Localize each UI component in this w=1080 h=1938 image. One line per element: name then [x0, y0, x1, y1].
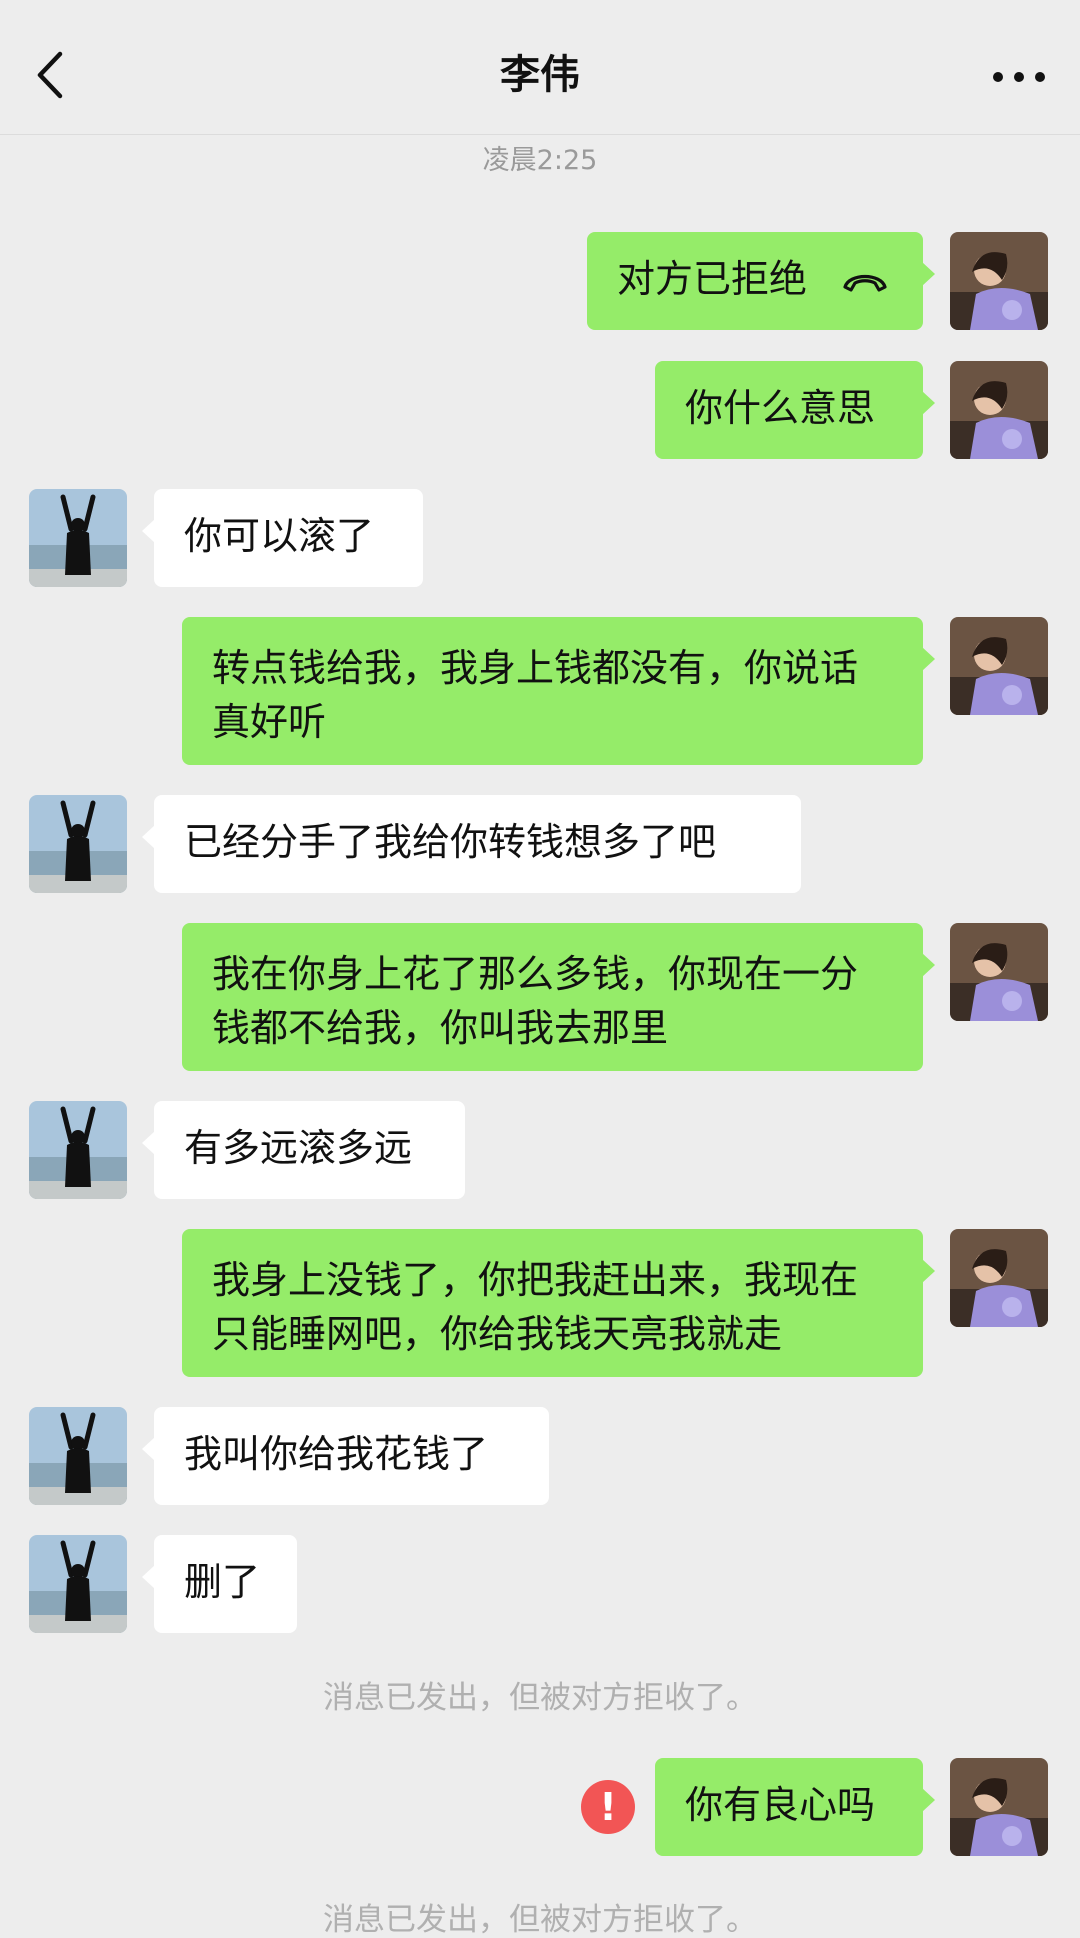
- more-button[interactable]: [984, 52, 1054, 102]
- contact-avatar[interactable]: [29, 1407, 127, 1505]
- my-avatar[interactable]: [950, 1758, 1048, 1856]
- message-text: 你可以滚了: [184, 514, 375, 558]
- message-bubble-me[interactable]: 对方已拒绝: [587, 232, 935, 330]
- chat-header: 李伟: [0, 0, 1080, 135]
- message-text: 对方已拒绝: [617, 257, 808, 301]
- message-bubble-me[interactable]: 转点钱给我，我身上钱都没有，你说话真好听: [182, 617, 935, 765]
- message-bubble-me[interactable]: 我身上没钱了，你把我赶出来，我现在只能睡网吧，你给我钱天亮我就走: [182, 1229, 935, 1377]
- system-notice: 消息已发出，但被对方拒收了。: [323, 1680, 757, 1716]
- message-text: 已经分手了我给你转钱想多了吧: [184, 820, 717, 864]
- message-text: 删了: [184, 1560, 261, 1604]
- message-bubble-other[interactable]: 删了: [142, 1535, 297, 1633]
- contact-avatar[interactable]: [29, 795, 127, 893]
- phone-hangup-icon: [841, 255, 889, 309]
- message-text: 你有良心吗: [685, 1783, 876, 1827]
- message-bubble-me[interactable]: 你有良心吗: [655, 1758, 935, 1856]
- message-bubble-other[interactable]: 你可以滚了: [142, 489, 423, 587]
- message-bubble-me[interactable]: 我在你身上花了那么多钱，你现在一分钱都不给我，你叫我去那里: [182, 923, 935, 1071]
- message-text: 你什么意思: [685, 386, 876, 430]
- my-avatar[interactable]: [950, 1229, 1048, 1327]
- chat-screen: 李伟 凌晨2:25 对方已拒绝 你什么意思 你可以滚了 转点钱给我，我身上钱都没…: [0, 0, 1080, 1938]
- message-bubble-me[interactable]: 你什么意思: [655, 361, 935, 459]
- message-text: 我叫你给我花钱了: [184, 1432, 489, 1476]
- chat-title: 李伟: [500, 52, 580, 98]
- ellipsis-icon: [984, 72, 1054, 106]
- contact-avatar[interactable]: [29, 1535, 127, 1633]
- message-text: 转点钱给我，我身上钱都没有，你说话真好听: [212, 646, 859, 744]
- message-bubble-other[interactable]: 有多远滚多远: [142, 1101, 465, 1199]
- exclamation-icon[interactable]: !: [581, 1780, 635, 1834]
- my-avatar[interactable]: [950, 923, 1048, 1021]
- my-avatar[interactable]: [950, 617, 1048, 715]
- my-avatar[interactable]: [950, 232, 1048, 330]
- contact-avatar[interactable]: [29, 489, 127, 587]
- message-text: 我身上没钱了，你把我赶出来，我现在只能睡网吧，你给我钱天亮我就走: [212, 1258, 859, 1356]
- message-text: 我在你身上花了那么多钱，你现在一分钱都不给我，你叫我去那里: [212, 952, 859, 1050]
- message-list[interactable]: 凌晨2:25 对方已拒绝 你什么意思 你可以滚了 转点钱给我，我身上钱都没有，你…: [0, 134, 1080, 1938]
- my-avatar[interactable]: [950, 361, 1048, 459]
- contact-avatar[interactable]: [29, 1101, 127, 1199]
- timestamp: 凌晨2:25: [482, 145, 598, 176]
- system-notice: 消息已发出，但被对方拒收了。: [323, 1902, 757, 1938]
- message-bubble-other[interactable]: 已经分手了我给你转钱想多了吧: [142, 795, 801, 893]
- exclamation-glyph: !: [599, 1785, 617, 1829]
- message-bubble-other[interactable]: 我叫你给我花钱了: [142, 1407, 549, 1505]
- message-text: 有多远滚多远: [184, 1126, 413, 1170]
